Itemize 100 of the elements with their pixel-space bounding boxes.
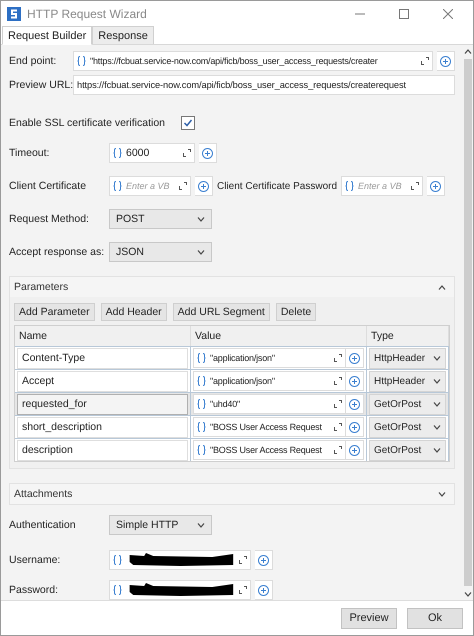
section-title: Parameters (14, 281, 68, 293)
expand-icon[interactable] (421, 57, 429, 65)
authentication-dropdown[interactable]: Simple HTTP (109, 515, 212, 535)
name-field[interactable]: description (17, 440, 188, 460)
field-label: Accept response as: (9, 246, 105, 258)
password-field[interactable] (109, 580, 251, 600)
value-field[interactable]: "application/json" (193, 371, 346, 391)
column-header: Type (367, 326, 449, 346)
add-icon[interactable] (430, 180, 442, 192)
certificate-field[interactable]: Enter a VB (109, 176, 191, 196)
dropdown-caret-icon (197, 522, 205, 528)
expand-icon[interactable] (239, 586, 247, 594)
dropdown-caret-icon (433, 378, 441, 384)
tab[interactable]: Response (92, 26, 154, 44)
text-input[interactable]: Enter a VB (126, 181, 175, 191)
expand-icon[interactable] (411, 182, 420, 190)
timeout-field[interactable]: 6000 (109, 143, 195, 163)
field-label: Client Certificate (9, 180, 88, 192)
value-field[interactable]: "BOSS User Access Request (193, 417, 346, 437)
response-format-dropdown[interactable]: JSON (109, 242, 212, 262)
add-icon[interactable] (440, 56, 451, 66)
add-icon[interactable] (349, 398, 360, 410)
type-dropdown[interactable]: HttpHeader (369, 348, 446, 368)
section-title: Attachments (14, 488, 72, 500)
type-dropdown[interactable]: GetOrPost (369, 440, 446, 460)
expand-icon[interactable] (179, 182, 187, 190)
column-header: Name (15, 326, 191, 346)
type-dropdown[interactable]: HttpHeader (369, 370, 446, 392)
dropdown-caret-icon (433, 356, 441, 360)
expand-icon[interactable] (239, 556, 247, 564)
type-dropdown[interactable]: GetOrPost (369, 394, 446, 414)
toolbar-button[interactable]: Add Parameter (14, 303, 95, 321)
name-field[interactable]: short_description (17, 416, 188, 438)
braces-icon (77, 56, 86, 66)
braces-icon (113, 585, 122, 595)
expand-section-icon (438, 492, 446, 496)
name-field[interactable]: requested_for (17, 394, 188, 414)
braces-icon (113, 148, 122, 158)
braces-icon (197, 445, 206, 455)
method-dropdown[interactable]: POST (109, 209, 212, 229)
checkbox[interactable] (181, 116, 196, 130)
add-icon[interactable] (349, 352, 360, 364)
add-icon[interactable] (202, 148, 213, 158)
field-label: Password: (9, 584, 60, 596)
field-label: Request Method: (9, 213, 90, 225)
dialog-button[interactable]: Ok (407, 608, 463, 628)
braces-icon (345, 181, 354, 191)
braces-icon (197, 399, 206, 409)
expand-icon[interactable] (334, 446, 342, 454)
braces-icon (197, 422, 206, 432)
value-field[interactable]: "application/json" (193, 348, 346, 368)
preview-url-field[interactable]: https://fcbuat.service-now.com/api/ficb/boss_user_access_requests/createrequest (73, 75, 455, 95)
field-label: Enable SSL certificate verification (9, 116, 166, 128)
name-field[interactable]: Content-Type (17, 348, 188, 368)
name-field[interactable]: Accept (17, 370, 188, 392)
braces-icon (113, 181, 122, 191)
add-icon[interactable] (349, 444, 360, 456)
add-icon[interactable] (258, 554, 269, 566)
expand-icon[interactable] (334, 423, 342, 431)
dropdown-caret-icon (197, 216, 205, 222)
braces-icon (197, 376, 206, 386)
expand-icon[interactable] (183, 149, 191, 157)
dropdown-caret-icon (433, 448, 441, 452)
dropdown-caret-icon (433, 424, 441, 430)
scroll-down-icon (464, 592, 472, 596)
add-icon[interactable] (258, 584, 269, 596)
username-field[interactable] (109, 550, 251, 570)
braces-icon (197, 353, 206, 363)
add-icon[interactable] (198, 180, 209, 192)
app-icon (7, 6, 21, 20)
add-icon[interactable] (349, 376, 360, 386)
certificate-password-field[interactable]: Enter a VB (341, 176, 424, 196)
toolbar-button[interactable]: Add Header (100, 303, 167, 321)
checkmark-icon (183, 118, 194, 128)
window-title: HTTP Request Wizard (27, 6, 148, 20)
braces-icon (113, 555, 122, 565)
dropdown-caret-icon (433, 402, 441, 406)
collapse-icon (438, 284, 446, 290)
tab[interactable]: Request Builder (2, 26, 92, 45)
expand-icon[interactable] (334, 400, 342, 408)
dialog-button[interactable]: Preview (341, 608, 397, 628)
field-label: End point: (9, 55, 58, 67)
value-field[interactable]: "BOSS User Access Request (193, 440, 346, 460)
type-dropdown[interactable]: GetOrPost (369, 416, 446, 438)
text-input[interactable]: Enter a VB (358, 181, 408, 191)
field-label: Authentication (9, 519, 77, 531)
close-icon[interactable] (443, 8, 453, 18)
expand-icon[interactable] (334, 354, 342, 362)
endpoint-field[interactable]: "https://fcbuat.service-now.com/api/ficb/boss_user_access_requests/creater (73, 51, 433, 71)
dropdown-caret-icon (197, 250, 205, 254)
toolbar-button[interactable]: Add URL Segment (172, 303, 270, 321)
value-field[interactable]: "uhd40" (193, 394, 346, 414)
field-label: Client Certificate Password (217, 180, 338, 192)
expand-icon[interactable] (334, 377, 342, 385)
field-label: Username: (9, 554, 62, 566)
scroll-up-icon (464, 48, 472, 54)
toolbar-button[interactable]: Delete (276, 303, 316, 321)
field-label: Timeout: (9, 147, 50, 159)
maximize-icon[interactable] (399, 8, 409, 18)
add-icon[interactable] (349, 422, 360, 432)
